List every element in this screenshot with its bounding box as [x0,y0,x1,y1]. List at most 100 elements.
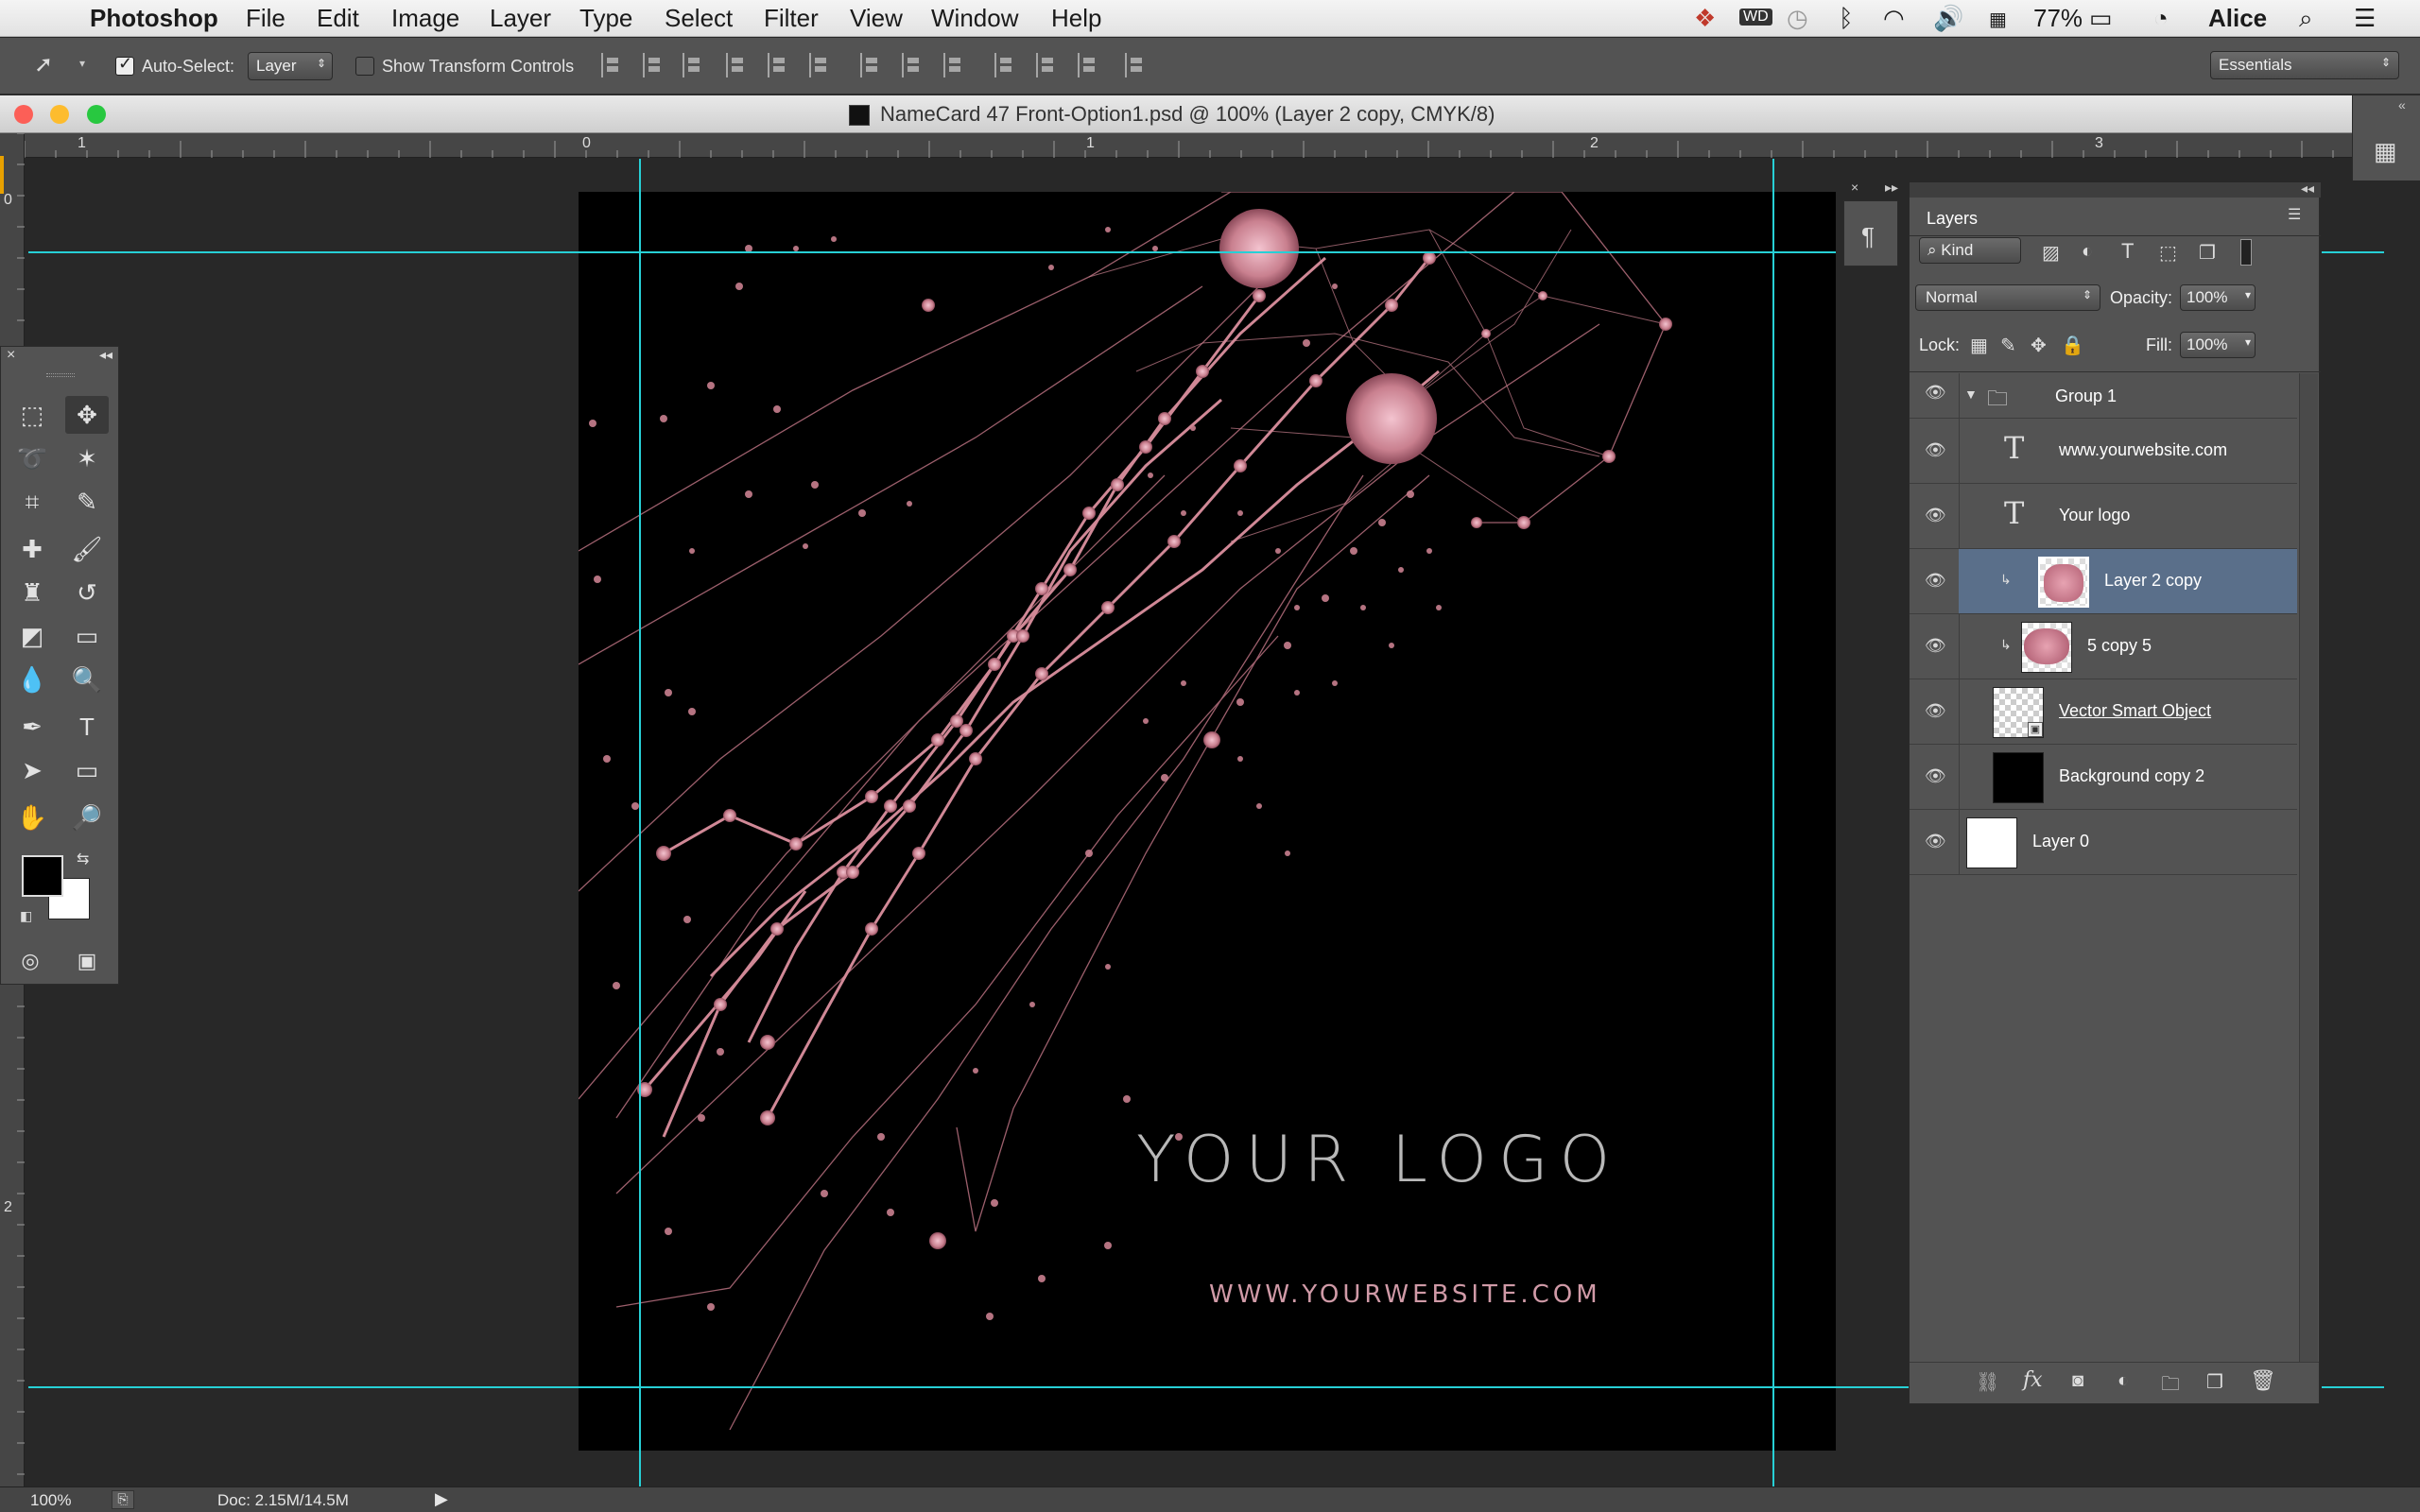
visibility-eye-icon[interactable]: 👁 [1925,766,1947,789]
align-top-icon[interactable] [601,53,626,77]
visibility-eye-icon[interactable]: 👁 [1925,506,1947,528]
new-layer-icon[interactable]: ❐ [2206,1370,2223,1394]
lock-pixels-icon[interactable]: ✎ [2000,334,2016,357]
dodge-icon[interactable]: 🔍 [65,661,109,698]
brush-icon[interactable]: 🖌 [65,530,109,568]
magic-wand-icon[interactable]: ✶ [65,439,109,477]
eyedropper-icon[interactable]: ✎ [65,483,109,521]
healing-brush-icon[interactable]: ✚ [10,530,54,568]
opacity-field[interactable]: 100% ▾ [2180,284,2256,311]
workspace-dropdown[interactable]: Essentials ⇕ [2210,51,2399,79]
pen-icon[interactable]: ✒ [10,708,54,746]
visibility-eye-icon[interactable]: 👁 [1925,701,1947,724]
layer-row[interactable]: 👁 Background copy 2 [1910,745,2297,810]
disclosure-triangle-icon[interactable]: ▼ [1964,387,1978,402]
swap-colors-icon[interactable]: ⇆ [77,850,89,868]
filter-smart-object-icon[interactable]: ❐ [2199,241,2216,265]
paragraph-icon[interactable]: ¶ [1861,222,1875,251]
layer-row-selected[interactable]: ↳ Layer 2 copy [1959,549,2297,614]
collapse-panel-icon[interactable]: « [2398,97,2406,112]
auto-align-icon[interactable] [1125,53,1150,77]
wifi-icon[interactable]: ◠ [1883,4,1905,33]
layer-row[interactable]: 👁 Layer 0 [1910,810,2297,875]
align-vcenter-icon[interactable] [643,53,667,77]
layers-scrollbar[interactable] [2299,373,2318,1364]
hand-icon[interactable]: ✋ [10,799,54,836]
spotlight-search-icon[interactable]: ⌕ [2299,4,2313,34]
move-tool-icon[interactable]: ✥ [65,396,109,434]
zoom-level[interactable]: 100% [30,1491,71,1510]
menu-edit[interactable]: Edit [317,4,359,33]
filter-kind-dropdown[interactable]: ⌕ Kind [1919,237,2021,264]
visibility-eye-icon[interactable]: 👁 [1925,571,1947,593]
user-name[interactable]: Alice [2208,4,2267,33]
guide-horizontal-top[interactable] [28,251,1836,253]
chevron-down-icon[interactable]: ▾ [79,57,85,70]
filter-adjustment-icon[interactable]: ◐ [2082,241,2093,263]
collapse-panel-icon[interactable]: ◂◂ [99,347,112,363]
align-hcenter-icon[interactable] [768,53,792,77]
layer-row[interactable]: 👁 T www.yourwebsite.com [1910,419,2297,484]
battery-icon[interactable]: ▭ [2089,4,2113,33]
show-transform-checkbox[interactable] [355,57,374,76]
type-tool-icon[interactable]: T [65,708,109,746]
status-menu-arrow-icon[interactable]: ▶ [435,1489,448,1509]
wd-icon[interactable]: WD [1739,9,1772,26]
menu-image[interactable]: Image [391,4,459,33]
clock-icon[interactable]: ◔ [2153,4,2169,33]
collapse-panel-icon[interactable]: ◂◂ [2301,180,2314,197]
clone-stamp-icon[interactable]: ♜ [10,574,54,611]
menu-file[interactable]: File [246,4,285,33]
visibility-eye-icon[interactable]: 👁 [1925,383,1947,405]
path-selection-icon[interactable]: ➤ [10,751,54,789]
layer-group-row[interactable]: 👁 ▼ 🗀 Group 1 [1910,373,2297,419]
align-left-icon[interactable] [726,53,751,77]
menu-layer[interactable]: Layer [490,4,551,33]
menu-filter[interactable]: Filter [764,4,819,33]
minimize-window-button[interactable] [50,105,69,124]
filter-type-icon[interactable]: T [2121,239,2134,264]
auto-select-checkbox[interactable]: ✓ [115,54,134,76]
distribute-left-icon[interactable] [994,53,1019,77]
menu-type[interactable]: Type [579,4,632,33]
zoom-window-button[interactable] [87,105,106,124]
flag-icon[interactable]: ▦ [1989,8,2007,31]
tab-layers[interactable]: Layers [1913,201,2036,235]
time-machine-icon[interactable]: ◷ [1787,4,1808,33]
auto-select-dropdown[interactable]: Layer ⇕ [248,52,333,80]
close-dock-icon[interactable]: × [1851,180,1858,195]
visibility-eye-icon[interactable]: 👁 [1925,832,1947,854]
align-right-icon[interactable] [809,53,834,77]
guide-horizontal-top-right[interactable] [2322,251,2384,253]
panel-grid-icon[interactable]: ▦ [2374,137,2397,166]
export-icon[interactable]: ⎘ [112,1490,134,1509]
trash-icon[interactable]: 🗑 [2250,1368,2276,1393]
link-layers-icon[interactable]: ⛓ [1976,1370,1999,1394]
history-brush-icon[interactable]: ↺ [65,574,109,611]
layer-row[interactable]: 👁 ▣ Vector Smart Object [1910,679,2297,745]
visibility-eye-icon[interactable]: 👁 [1925,440,1947,463]
visibility-eye-icon[interactable]: 👁 [1925,636,1947,659]
guide-vertical-right[interactable] [1772,159,1774,1486]
foreground-color-swatch[interactable] [22,855,63,897]
screen-mode-icon[interactable]: ▣ [65,942,109,980]
lock-position-icon[interactable]: ✥ [2031,334,2047,357]
panel-grip[interactable] [46,373,75,377]
distribute-bottom-icon[interactable] [943,53,968,77]
eraser-icon[interactable]: ◩ [10,617,54,655]
add-mask-icon[interactable]: ◙ [2072,1370,2083,1392]
lasso-icon[interactable]: ➰ [10,439,54,477]
distribute-right-icon[interactable] [1078,53,1102,77]
new-group-folder-icon[interactable]: 🗀 [2161,1370,2180,1402]
volume-icon[interactable]: 🔊 [1933,4,1963,33]
crop-icon[interactable]: ⌗ [10,483,54,521]
layer-row[interactable]: 👁 ↳ 5 copy 5 [1910,614,2297,679]
blend-mode-dropdown[interactable]: Normal ⇕ [1915,284,2100,311]
default-colors-icon[interactable]: ◧ [20,908,32,924]
zoom-icon[interactable]: 🔎 [65,799,109,836]
bluetooth-icon[interactable]: ᛒ [1839,4,1854,33]
blur-icon[interactable]: 💧 [10,661,54,698]
guide-horizontal-bottom-right[interactable] [2322,1386,2384,1388]
menu-window[interactable]: Window [931,4,1018,33]
layer-style-fx-icon[interactable]: fx [2023,1368,2043,1392]
